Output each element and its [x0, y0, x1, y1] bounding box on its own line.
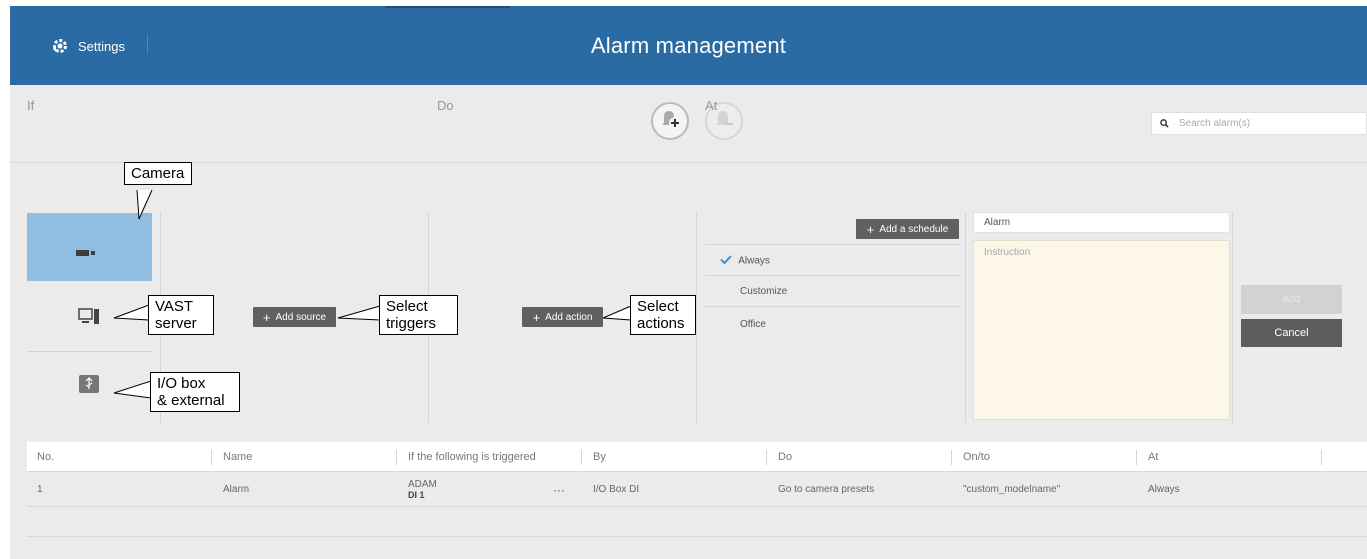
row-on-to: "custom_modelname" [963, 484, 1061, 495]
row-at: Always [1148, 484, 1180, 495]
do-column-title: Do [437, 98, 454, 113]
search-placeholder: Search alarm(s) [1179, 118, 1251, 129]
column-separator [766, 450, 767, 465]
row-more-button[interactable]: ··· [553, 473, 565, 506]
row-no: 1 [37, 484, 43, 495]
add-button[interactable]: Add [1241, 285, 1342, 314]
row-trigger-sub: DI 1 [408, 490, 425, 500]
column-header-name[interactable]: Name [223, 442, 252, 471]
schedule-divider [705, 244, 961, 245]
add-source-label: Add source [275, 311, 327, 323]
schedule-item-always[interactable]: Always [720, 255, 976, 267]
schedule-item-office[interactable]: Office [740, 319, 996, 330]
column-header-at[interactable]: At [1148, 442, 1158, 471]
camera-icon [76, 243, 96, 261]
callout-vast-server: VAST server [148, 295, 214, 335]
top-bar: Settings Alarm management [10, 6, 1367, 85]
plus-icon: + [532, 309, 541, 325]
source-type-camera[interactable] [27, 213, 152, 281]
search-input[interactable]: Search alarm(s) [1151, 112, 1367, 135]
source-type-io-box[interactable] [79, 375, 99, 398]
row-by: I/O Box DI [593, 484, 640, 495]
cancel-button[interactable]: Cancel [1241, 319, 1342, 347]
check-icon [720, 255, 736, 267]
source-type-server[interactable] [78, 308, 100, 331]
server-icon [78, 308, 100, 330]
add-action-label: Add action [545, 311, 593, 323]
if-column-title: If [27, 98, 35, 113]
callout-io-box: I/O box & external [150, 372, 240, 412]
at-column-title: At [705, 98, 718, 113]
row-trigger: ADAM DI 1 [408, 473, 437, 506]
source-type-divider [27, 351, 152, 352]
add-schedule-button[interactable]: + Add a schedule [856, 219, 959, 239]
add-alarm-button[interactable] [651, 102, 689, 140]
row-trigger-main: ADAM [408, 479, 437, 490]
plus-icon: + [866, 221, 875, 237]
schedule-item-customize[interactable]: Customize [740, 286, 996, 297]
callout-camera: Camera [124, 162, 192, 185]
schedule-item-label: Always [738, 255, 770, 267]
at-column-left-divider [696, 213, 697, 423]
plus-icon: + [262, 309, 271, 325]
schedule-item-label: Customize [740, 286, 788, 297]
column-separator [211, 450, 212, 465]
schedule-item-label: Office [740, 319, 766, 330]
page-title: Alarm management [590, 33, 787, 58]
column-separator [396, 450, 397, 465]
column-header-by[interactable]: By [593, 442, 606, 471]
row-do: Go to camera presets [778, 484, 875, 495]
alarm-name-field[interactable]: Alarm [973, 212, 1230, 233]
table-row[interactable]: 1 Alarm ADAM DI 1 ··· I/O Box DI Go to c… [27, 473, 1367, 507]
alarm-management-page: Settings Alarm management Search alarm(s… [0, 0, 1367, 559]
table-bottom-divider [27, 536, 1367, 537]
search-icon [1160, 119, 1169, 128]
instruction-field[interactable]: Instruction [973, 240, 1230, 420]
column-separator [581, 450, 582, 465]
add-schedule-label: Add a schedule [879, 223, 949, 235]
top-bar-accent [385, 6, 510, 8]
column-header-on-to[interactable]: On/to [963, 442, 990, 471]
bell-plus-icon [658, 108, 682, 135]
schedule-divider [705, 275, 961, 276]
column-header-trigger[interactable]: If the following is triggered [408, 442, 536, 471]
add-action-button[interactable]: + Add action [522, 307, 603, 327]
alarm-table-header: No. Name If the following is triggered B… [27, 442, 1367, 472]
row-name: Alarm [223, 484, 250, 495]
alarm-form-left-divider [965, 213, 966, 423]
toolbar-divider [10, 162, 1367, 163]
column-header-do[interactable]: Do [778, 442, 792, 471]
schedule-divider [705, 306, 961, 307]
usb-box-icon [79, 375, 99, 397]
callout-select-triggers: Select triggers [379, 295, 458, 335]
column-separator [951, 450, 952, 465]
alarm-form-right-divider [1232, 213, 1233, 423]
column-header-no[interactable]: No. [37, 442, 54, 471]
column-separator [1136, 450, 1137, 465]
callout-select-actions: Select actions [630, 295, 696, 335]
column-separator [1321, 450, 1322, 465]
add-source-button[interactable]: + Add source [253, 307, 336, 327]
